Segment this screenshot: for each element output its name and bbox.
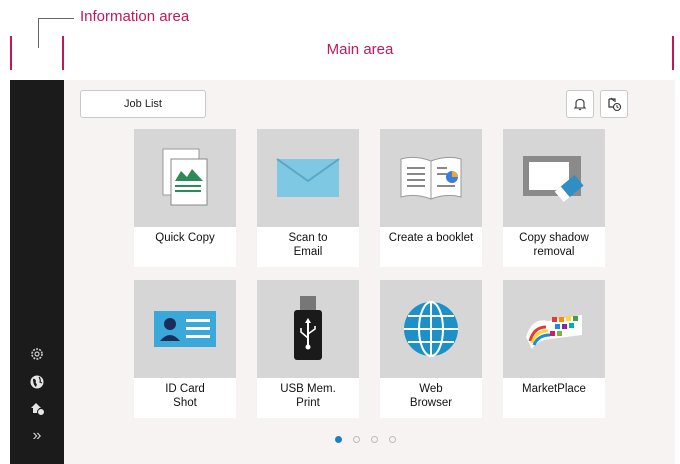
tile-label: MarketPlace <box>522 383 586 395</box>
information-sidebar: » <box>10 80 64 464</box>
job-status-icon <box>608 97 622 112</box>
scan-to-email-tile[interactable]: Scan to Email <box>257 129 359 267</box>
page-dot-1[interactable] <box>335 436 342 443</box>
annotation-marker-divider <box>62 36 64 70</box>
main-area-annotation: Main area <box>326 41 394 58</box>
page-indicator <box>335 436 396 443</box>
tile-label: ID Card Shot <box>165 383 205 409</box>
information-area-annotation: Information area <box>80 8 190 25</box>
tile-label: Create a booklet <box>388 232 474 244</box>
quick-copy-icon <box>134 129 236 227</box>
expand-icon[interactable]: » <box>27 426 47 446</box>
bell-icon <box>573 98 587 111</box>
device-screen: » Job List Quick Copy Scan to Email Crea… <box>10 80 675 464</box>
job-list-button[interactable]: Job List <box>80 90 206 118</box>
globe-icon[interactable] <box>27 372 47 392</box>
marketplace-tile[interactable]: MarketPlace <box>503 280 605 418</box>
marketplace-icon <box>503 280 605 378</box>
annotation-marker-right <box>672 36 674 70</box>
web-browser-tile[interactable]: Web Browser <box>380 280 482 418</box>
eraser-icon <box>503 129 605 227</box>
accessibility-icon[interactable] <box>27 398 47 418</box>
usb-memory-print-tile[interactable]: USB Mem. Print <box>257 280 359 418</box>
tile-label: Copy shadow removal <box>519 232 589 258</box>
quick-copy-tile[interactable]: Quick Copy <box>134 129 236 267</box>
web-globe-icon <box>380 280 482 378</box>
annotation-marker-left <box>10 36 12 70</box>
tile-label: Quick Copy <box>155 232 215 244</box>
info-area-leader-line <box>38 18 74 19</box>
usb-icon <box>257 280 359 378</box>
page-dot-3[interactable] <box>371 436 378 443</box>
job-status-button[interactable] <box>600 90 628 118</box>
tile-label: Scan to Email <box>288 232 328 258</box>
tile-label: USB Mem. Print <box>280 383 336 409</box>
booklet-icon <box>380 129 482 227</box>
tile-label: Web Browser <box>409 383 453 409</box>
notification-button[interactable] <box>566 90 594 118</box>
create-booklet-tile[interactable]: Create a booklet <box>380 129 482 267</box>
id-card-shot-tile[interactable]: ID Card Shot <box>134 280 236 418</box>
copy-shadow-removal-tile[interactable]: Copy shadow removal <box>503 129 605 267</box>
id-card-icon <box>134 280 236 378</box>
settings-icon[interactable] <box>27 344 47 364</box>
page-dot-2[interactable] <box>353 436 360 443</box>
envelope-icon <box>257 129 359 227</box>
page-dot-4[interactable] <box>389 436 396 443</box>
